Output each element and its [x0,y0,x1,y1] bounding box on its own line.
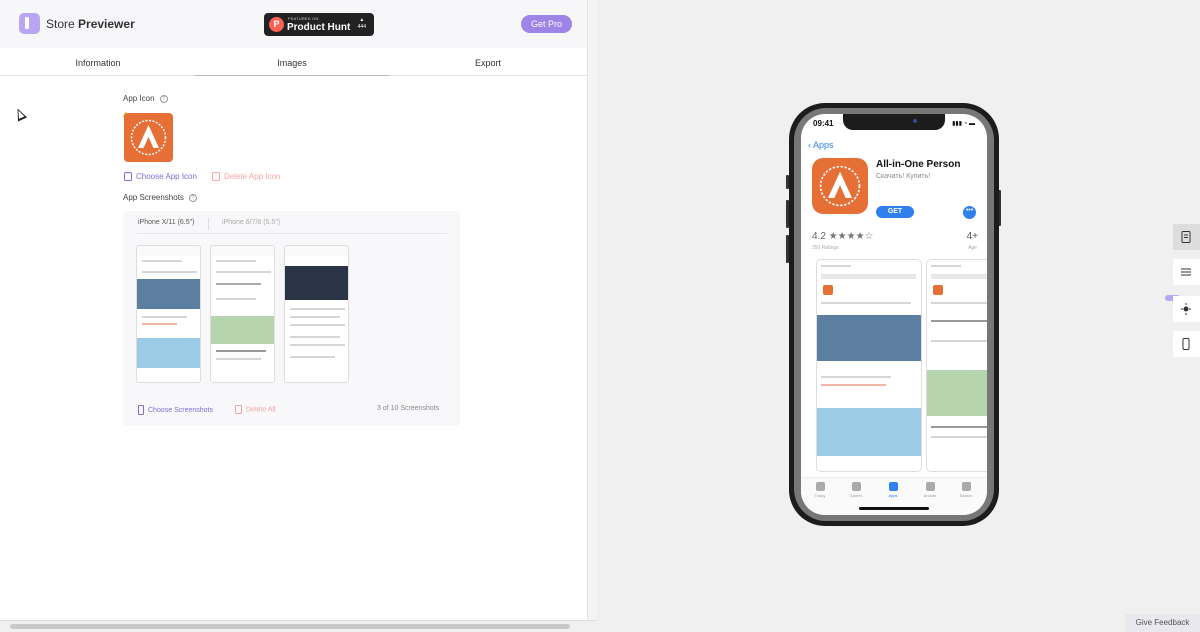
today-icon [815,482,825,491]
rocket-icon [851,482,861,491]
product-hunt-featured-label: FEATURED ON [288,16,319,21]
preview-app-icon [812,158,868,214]
scrollbar-thumb[interactable] [10,624,570,629]
document-view-button[interactable] [1173,224,1200,250]
tab-export[interactable]: Export [390,52,586,76]
help-icon[interactable]: ? [188,193,197,202]
trash-icon [212,172,220,182]
screenshots-panel: iPhone X/11 (6.5") iPhone 6/7/8 (5.5") C… [123,211,460,426]
app-icon-preview [124,113,173,162]
tab-games[interactable]: Games [841,482,871,498]
tab-search[interactable]: Search [951,482,981,498]
rating: 4.2 ★★★★☆ [812,231,874,242]
phone-preview: 09:41 ▮▮▮ ◔ ▬ ‹ Apps All-in-One Person С… [789,103,999,526]
tab-apps[interactable]: Apps [878,482,908,498]
editor-panel: Store Previewer P FEATURED ON Product Hu… [0,0,587,632]
document-icon [1181,231,1191,243]
home-indicator [859,507,929,510]
status-time: 09:41 [813,119,834,128]
top-bar: Store Previewer P FEATURED ON Product Hu… [0,0,587,48]
tab-today[interactable]: Today [805,482,835,498]
apps-stack-icon [888,482,898,491]
help-icon[interactable]: ? [159,94,168,103]
app-logo-icon [819,165,861,207]
get-button[interactable]: GET [876,206,914,218]
back-to-apps-link[interactable]: ‹ Apps [808,140,834,150]
device-tab-iphone-8[interactable]: iPhone 6/7/8 (5.5") [222,219,280,226]
age-rating: 4+ [966,231,978,242]
app-screenshots-section-label: App Screenshots? [123,193,197,202]
give-feedback-button[interactable]: Give Feedback [1125,614,1200,632]
screenshot-count: 3 of 10 Screenshots [377,405,440,412]
product-hunt-badge[interactable]: P FEATURED ON Product Hunt ▲ 444 [264,13,374,36]
mouse-cursor-icon [12,106,28,122]
phone-icon [1182,338,1190,350]
list-icon [1181,268,1191,276]
sun-icon [1181,303,1191,315]
choose-screenshots-button[interactable]: Choose Screenshots [138,405,213,415]
editor-tabs: Information Images Export [0,52,587,76]
camera-icon [913,119,917,123]
tab-images[interactable]: Images [194,52,390,76]
phone-screen: 09:41 ▮▮▮ ◔ ▬ ‹ Apps All-in-One Person С… [801,114,987,515]
app-logo-icon [130,119,167,156]
store-previewer-logo-icon[interactable] [19,13,40,34]
choose-app-icon-button[interactable]: Choose App Icon [124,172,197,182]
trash-icon [235,405,242,414]
preview-screenshot[interactable] [816,259,922,472]
product-hunt-icon: P [269,17,284,32]
rating-stars: ★★★★☆ [828,231,874,242]
joystick-icon [925,482,935,491]
tab-arcade[interactable]: Arcade [915,482,945,498]
image-icon [124,172,132,182]
phone-icon [138,405,144,415]
delete-all-screenshots-button[interactable]: Delete All [235,405,276,414]
horizontal-scrollbar[interactable] [0,620,597,632]
tab-divider [208,218,209,230]
theme-button[interactable] [1173,296,1200,322]
ratings-count: 250 Ratings [812,245,839,251]
tab-information[interactable]: Information [0,52,196,76]
phone-notch [843,114,945,130]
age-label: Age [968,245,977,251]
status-icons: ▮▮▮ ◔ ▬ [952,121,975,127]
device-view-button[interactable] [1173,331,1200,357]
list-view-button[interactable] [1173,259,1200,285]
preview-app-subtitle: Скачать! Купить! [876,173,931,180]
preview-app-name: All-in-One Person [876,159,961,170]
device-tab-iphone-x[interactable]: iPhone X/11 (6.5") [138,219,194,226]
vertical-scrollbar[interactable] [587,0,597,632]
screenshot-thumbnail[interactable] [210,245,275,383]
get-pro-button[interactable]: Get Pro [521,15,572,33]
screenshot-thumbnail[interactable] [284,245,349,383]
preview-screenshot[interactable] [926,259,987,472]
search-icon [961,482,971,491]
product-hunt-votes: ▲ 444 [357,17,366,30]
delete-app-icon-button[interactable]: Delete App Icon [212,172,280,182]
app-icon-section-label: App Icon? [123,94,168,103]
device-tabs-divider [137,233,447,234]
brand-name: Store Previewer [46,17,135,31]
more-options-button[interactable]: ••• [963,206,976,219]
screenshot-thumbnail[interactable] [136,245,201,383]
product-hunt-name: Product Hunt [287,22,351,33]
